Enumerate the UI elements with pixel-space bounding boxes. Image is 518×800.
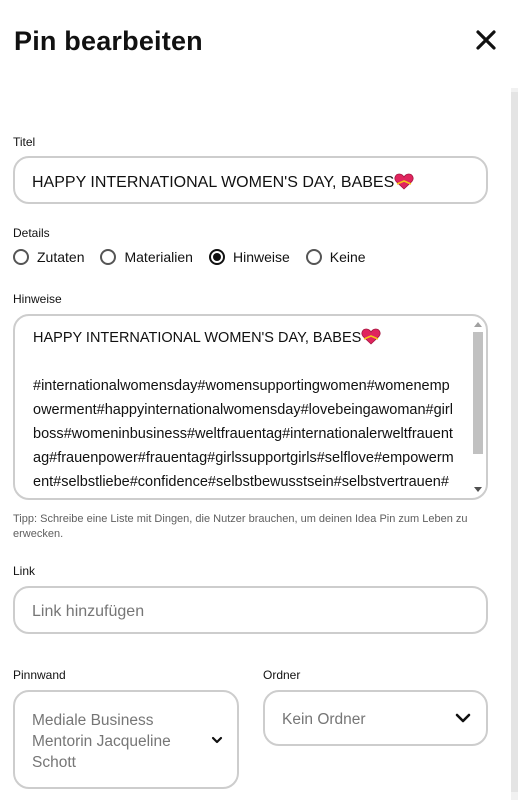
hints-hashtags: #internationalwomensday#womensupportingw… bbox=[33, 378, 454, 490]
close-icon bbox=[476, 30, 496, 50]
radio-zutaten-label: Zutaten bbox=[37, 249, 85, 265]
radio-materialien-label: Materialien bbox=[124, 249, 193, 265]
radio-zutaten[interactable]: Zutaten bbox=[13, 249, 84, 265]
radio-keine[interactable]: Keine bbox=[305, 249, 366, 265]
hints-textarea[interactable]: HAPPY INTERNATIONAL WOMEN'S DAY, BABES #… bbox=[13, 314, 488, 500]
radio-materialien[interactable]: Materialien bbox=[100, 249, 193, 265]
folder-label: Ordner bbox=[263, 668, 301, 682]
close-button[interactable] bbox=[470, 24, 502, 56]
radio-zutaten-circle[interactable] bbox=[13, 249, 29, 265]
hints-label: Hinweise bbox=[13, 292, 62, 306]
board-label: Pinnwand bbox=[13, 668, 66, 682]
title-input[interactable]: HAPPY INTERNATIONAL WOMEN'S DAY, BABES bbox=[13, 156, 488, 204]
radio-hinweise[interactable]: Hinweise bbox=[208, 249, 290, 265]
title-label: Titel bbox=[13, 135, 36, 149]
folder-value: Kein Ordner bbox=[282, 711, 366, 728]
page-scrollbar[interactable] bbox=[511, 88, 518, 800]
details-label: Details bbox=[13, 226, 50, 240]
link-label: Link bbox=[13, 564, 36, 578]
folder-select[interactable]: Kein Ordner bbox=[263, 690, 488, 746]
hints-scrollbar-thumb[interactable] bbox=[473, 332, 483, 454]
board-select[interactable]: Mediale Business Mentorin Jacqueline Sch… bbox=[13, 690, 239, 789]
scroll-down-arrow-icon[interactable] bbox=[474, 487, 482, 492]
chevron-down-icon bbox=[211, 736, 223, 744]
link-input[interactable]: Link hinzufügen bbox=[13, 586, 488, 634]
radio-hinweise-label: Hinweise bbox=[232, 249, 290, 265]
heart-with-ribbon-icon bbox=[394, 173, 414, 190]
scroll-up-arrow-icon[interactable] bbox=[474, 322, 482, 327]
page-title: Pin bearbeiten bbox=[14, 26, 203, 56]
hints-tip: Tipp: Schreibe eine Liste mit Dingen, di… bbox=[13, 513, 468, 540]
heart-with-ribbon-icon bbox=[361, 328, 381, 345]
chevron-down-icon bbox=[455, 713, 471, 723]
title-value: HAPPY INTERNATIONAL WOMEN'S DAY, BABES bbox=[32, 174, 395, 191]
board-value: Mediale Business Mentorin Jacqueline Sch… bbox=[32, 712, 171, 771]
hints-scrollbar[interactable] bbox=[471, 318, 483, 496]
link-placeholder: Link hinzufügen bbox=[32, 603, 145, 620]
page-scrollbar-thumb[interactable] bbox=[511, 92, 518, 792]
hints-first-line: HAPPY INTERNATIONAL WOMEN'S DAY, BABES bbox=[33, 330, 362, 346]
details-radio-group: Zutaten Materialien Hinweise Keine bbox=[13, 247, 366, 267]
radio-keine-circle[interactable] bbox=[305, 249, 322, 265]
radio-keine-label: Keine bbox=[329, 249, 366, 265]
radio-hinweise-circle[interactable] bbox=[208, 249, 225, 265]
radio-materialien-circle[interactable] bbox=[100, 249, 117, 265]
